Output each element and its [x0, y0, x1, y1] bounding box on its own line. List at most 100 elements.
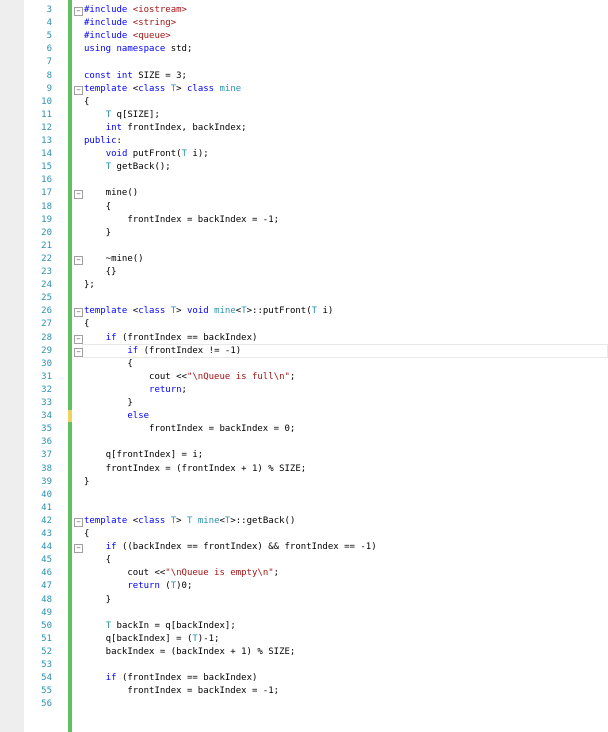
code-token: {: [84, 96, 90, 107]
fold-toggle-icon[interactable]: −: [74, 85, 83, 95]
fold-toggle-icon[interactable]: −: [74, 347, 83, 357]
code-token: {: [84, 529, 90, 539]
code-token: class: [186, 83, 220, 94]
code-line[interactable]: 56: [0, 697, 608, 712]
code-token: {: [84, 319, 90, 330]
code-token: T mine: [186, 515, 220, 526]
code-token: mine: [219, 83, 242, 94]
code-token: >: [176, 515, 187, 526]
code-token: class: [138, 83, 171, 94]
code-token: q[SIZE];: [116, 109, 160, 120]
code-token: frontIndex, backIndex;: [127, 122, 247, 133]
code-token: T: [181, 149, 193, 160]
code-token: (frontIndex != -1): [143, 345, 242, 356]
code-token: frontIndex = backIndex = -1;: [84, 686, 280, 697]
fold-toggle-icon[interactable]: −: [74, 255, 83, 265]
code-token: }: [84, 398, 133, 408]
code-token: if: [127, 345, 144, 356]
code-token: }: [84, 227, 112, 238]
code-token: {: [84, 555, 112, 566]
code-token: )0;: [176, 581, 193, 592]
code-token: void: [186, 306, 215, 317]
code-token: >::putFront(: [246, 306, 312, 317]
code-token: ;: [181, 384, 187, 395]
code-token: getBack();: [116, 162, 171, 173]
code-token: :: [116, 136, 122, 146]
code-token: else: [127, 411, 150, 422]
code-token: public: [84, 136, 117, 146]
fold-toggle-icon[interactable]: −: [74, 308, 83, 318]
code-token: putFront(: [132, 149, 182, 160]
code-token: template: [84, 83, 133, 94]
code-token: (frontIndex == backIndex): [121, 332, 258, 343]
code-token: T: [105, 620, 117, 631]
code-token: class: [138, 306, 171, 317]
code-token: T: [105, 109, 117, 120]
code-token: q[frontIndex] = i;: [84, 450, 204, 461]
code-token: {: [84, 201, 112, 212]
code-token: >::getBack(): [230, 515, 296, 526]
code-token: backIn = q[backIndex];: [116, 620, 236, 631]
code-token: T: [105, 162, 117, 173]
code-token: template: [84, 515, 133, 526]
code-token: template: [84, 306, 133, 317]
code-token: int: [105, 122, 128, 133]
fold-toggle-icon[interactable]: −: [74, 7, 83, 16]
code-token: if: [105, 673, 122, 684]
fold-toggle-icon[interactable]: −: [74, 517, 83, 527]
code-token: mine(): [84, 188, 139, 199]
code-token: >: [176, 306, 187, 317]
code-token: return: [127, 581, 166, 592]
code-token: frontIndex = backIndex = -1;: [84, 214, 280, 225]
code-token: >: [176, 83, 187, 94]
code-token: "\nQueue is full\n": [186, 371, 290, 382]
code-token: (frontIndex == backIndex): [121, 673, 258, 684]
code-token: return: [149, 384, 182, 395]
code-token: std;: [170, 44, 193, 55]
code-token: }: [84, 594, 112, 605]
line-number: 56: [41, 699, 52, 710]
code-token: ~mine(): [84, 253, 144, 264]
fold-toggle-icon[interactable]: −: [74, 190, 83, 200]
code-token: T: [311, 306, 323, 317]
code-token: )-1;: [197, 633, 220, 644]
code-token: <string>: [132, 18, 177, 29]
code-token: ;: [289, 371, 296, 382]
code-token: q[backIndex] = (: [84, 633, 193, 644]
code-editor[interactable]: 3− #include <iostream> 4 #include <string> 5…: [0, 0, 608, 732]
code-token: SIZE = 3;: [138, 70, 187, 81]
code-token: <queue>: [132, 31, 171, 42]
unsaved-change-marker: [68, 410, 72, 423]
code-token: #include: [84, 5, 133, 15]
fold-toggle-icon[interactable]: −: [74, 544, 83, 554]
code-token: #include: [84, 18, 133, 29]
code-token: using namespace: [84, 44, 171, 55]
code-token: ;: [273, 568, 280, 579]
code-token: {}: [84, 267, 117, 277]
fold-toggle-icon[interactable]: −: [74, 334, 83, 344]
code-token: };: [84, 280, 95, 291]
code-token: frontIndex = (frontIndex + 1) % SIZE;: [84, 463, 307, 474]
code-token: {: [84, 358, 133, 369]
code-token: if: [105, 542, 122, 553]
code-token: if: [105, 332, 122, 343]
code-token: "\nQueue is empty\n": [165, 568, 274, 579]
code-token: i);: [192, 149, 209, 160]
code-token: backIndex = (backIndex + 1) % SIZE;: [84, 646, 296, 657]
code-token: class: [138, 515, 171, 526]
code-token: mine: [214, 306, 236, 317]
code-token: cout <<: [84, 568, 166, 579]
code-token: const int: [84, 70, 139, 81]
code-token: i): [322, 306, 334, 317]
code-token: frontIndex = backIndex = 0;: [84, 424, 296, 435]
